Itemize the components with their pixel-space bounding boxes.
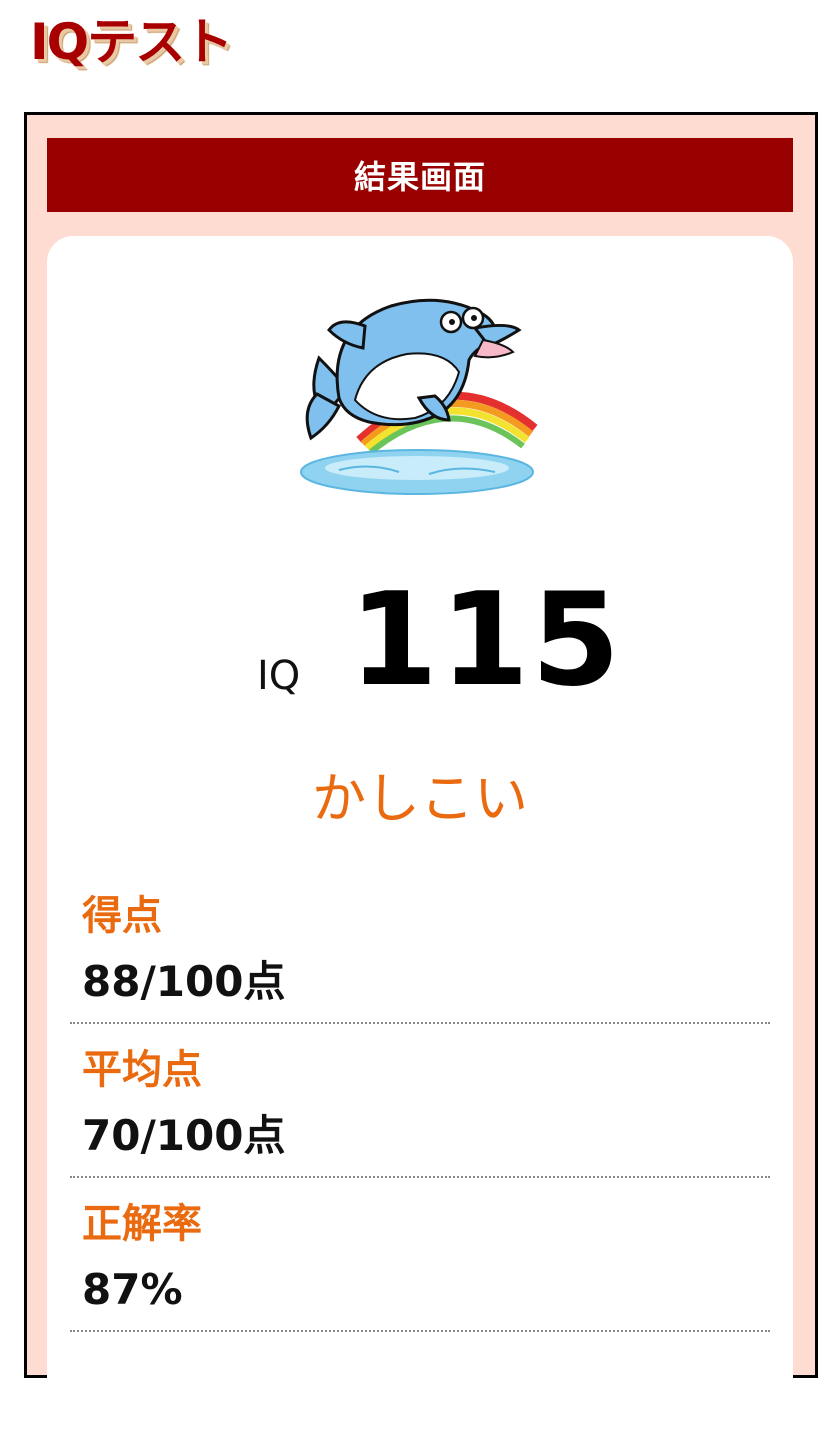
result-card: IQ 115 かしこい 得点 88/100点 平均点 70/100点 正解率 8… xyxy=(47,236,793,1436)
stat-average-value: 70/100点 xyxy=(82,1111,286,1160)
stat-score-label: 得点 xyxy=(82,893,162,939)
result-frame: 結果画面 IQ 115 かしこい 得点 88/100点 平均点 70/100点 … xyxy=(24,112,818,1436)
stat-accuracy: 正解率 87% xyxy=(70,1196,770,1332)
iq-label: IQ xyxy=(257,653,301,699)
stat-accuracy-value: 87% xyxy=(82,1265,183,1314)
stat-score: 得点 88/100点 xyxy=(70,888,770,1024)
iq-value: 115 xyxy=(349,566,623,715)
stat-accuracy-label: 正解率 xyxy=(82,1201,202,1247)
rank-text: かしこい xyxy=(312,767,528,830)
result-title: 結果画面 xyxy=(353,158,486,196)
stat-average-label: 平均点 xyxy=(82,1047,202,1093)
stat-score-value: 88/100点 xyxy=(82,957,286,1006)
result-title-bar: 結果画面 xyxy=(47,138,793,212)
iq-score: IQ 115 xyxy=(47,571,793,711)
stat-average: 平均点 70/100点 xyxy=(70,1042,770,1178)
site-logo[interactable]: IQテスト xyxy=(30,12,233,72)
dolphin-with-glasses-icon xyxy=(300,298,538,495)
